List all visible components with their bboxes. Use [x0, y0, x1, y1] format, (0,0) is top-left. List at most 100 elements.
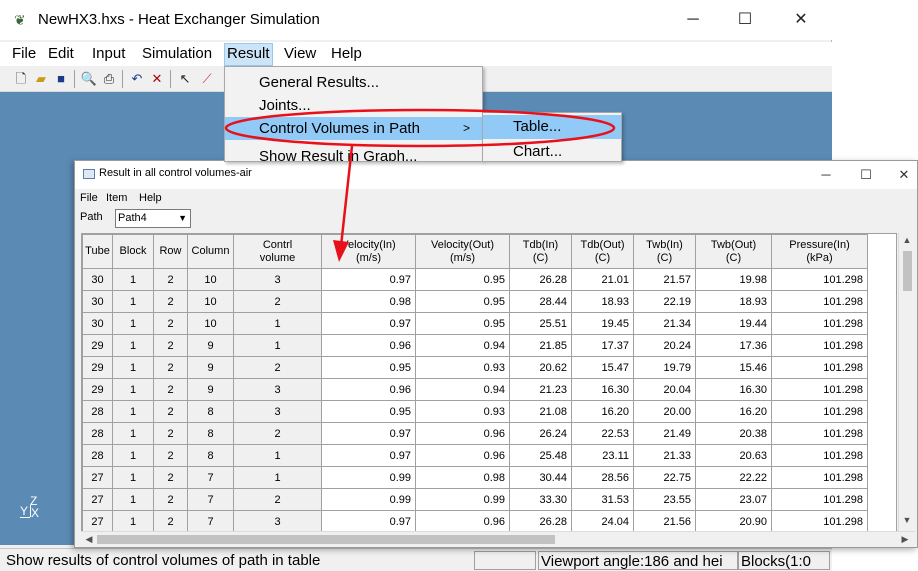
menu-edit[interactable]: Edit	[48, 45, 74, 62]
table-cell[interactable]: 101.298	[771, 312, 868, 335]
menu-item-joints[interactable]: Joints...	[225, 94, 482, 117]
table-cell[interactable]: 29	[82, 334, 113, 357]
table-cell[interactable]: 30.44	[509, 466, 572, 489]
table-cell[interactable]: 0.95	[321, 356, 416, 379]
table-cell[interactable]: 101.298	[771, 488, 868, 511]
table-cell[interactable]: 2	[153, 422, 188, 445]
table-row[interactable]: 27 1 2 7 3 0.97 0.96 26.28 24.04 21.56 20.90 101.29…	[82, 510, 868, 533]
path-dropdown[interactable]: Path4 ▼	[115, 209, 191, 228]
table-cell[interactable]: 19.44	[695, 312, 772, 335]
table-cell[interactable]: 33.30	[509, 488, 572, 511]
table-cell[interactable]: 21.01	[571, 268, 634, 291]
scroll-right-icon[interactable]: ▶	[897, 534, 913, 545]
table-cell[interactable]: 18.93	[571, 290, 634, 313]
table-cell[interactable]: 1	[112, 488, 154, 511]
new-file-icon[interactable]: 🗋	[12, 70, 30, 88]
table-cell[interactable]: 21.33	[633, 444, 696, 467]
table-cell[interactable]: 2	[233, 488, 322, 511]
table-cell[interactable]: 101.298	[771, 400, 868, 423]
table-cell[interactable]: 21.56	[633, 510, 696, 533]
table-row[interactable]: 28 1 2 8 1 0.97 0.96 25.48 23.11 21.33 20.63 101.29…	[82, 444, 868, 467]
table-cell[interactable]: 29	[82, 356, 113, 379]
table-cell[interactable]: 2	[153, 268, 188, 291]
menu-result[interactable]: Result	[224, 43, 273, 66]
table-cell[interactable]: 101.298	[771, 510, 868, 533]
column-header[interactable]: Pressure(In) (kPa)	[771, 234, 868, 269]
table-cell[interactable]: 1	[112, 290, 154, 313]
menu-item-general-results[interactable]: General Results...	[225, 71, 482, 94]
table-cell[interactable]: 1	[233, 334, 322, 357]
menu-file[interactable]: File	[12, 45, 36, 62]
table-cell[interactable]: 0.96	[321, 378, 416, 401]
table-cell[interactable]: 10	[187, 268, 234, 291]
table-cell[interactable]: 1	[233, 312, 322, 335]
horizontal-scroll-thumb[interactable]	[97, 535, 555, 544]
table-row[interactable]: 30 1 2 10 1 0.97 0.95 25.51 19.45 21.34 19.44 101.2…	[82, 312, 868, 335]
table-cell[interactable]: 19.98	[695, 268, 772, 291]
table-cell[interactable]: 20.63	[695, 444, 772, 467]
table-cell[interactable]: 27	[82, 510, 113, 533]
table-row[interactable]: 29 1 2 9 1 0.96 0.94 21.85 17.37 20.24 17.36 101.29…	[82, 334, 868, 357]
column-header[interactable]: Tdb(Out) (C)	[571, 234, 634, 269]
column-header[interactable]: Velocity(Out) (m/s)	[415, 234, 510, 269]
table-cell[interactable]: 0.94	[415, 334, 510, 357]
table-cell[interactable]: 9	[187, 356, 234, 379]
table-cell[interactable]: 0.99	[321, 466, 416, 489]
table-cell[interactable]: 8	[187, 422, 234, 445]
table-cell[interactable]: 0.99	[321, 488, 416, 511]
table-cell[interactable]: 26.28	[509, 510, 572, 533]
table-cell[interactable]: 3	[233, 510, 322, 533]
table-cell[interactable]: 0.96	[415, 444, 510, 467]
result-minimize-button[interactable]: ─	[811, 164, 841, 186]
table-cell[interactable]: 17.37	[571, 334, 634, 357]
table-cell[interactable]: 1	[112, 334, 154, 357]
column-header[interactable]: Contrl volume	[233, 234, 322, 269]
table-cell[interactable]: 1	[112, 510, 154, 533]
table-cell[interactable]: 0.97	[321, 510, 416, 533]
table-cell[interactable]: 21.85	[509, 334, 572, 357]
table-cell[interactable]: 2	[153, 488, 188, 511]
table-cell[interactable]: 16.30	[695, 378, 772, 401]
table-cell[interactable]: 101.298	[771, 422, 868, 445]
table-cell[interactable]: 101.298	[771, 268, 868, 291]
table-cell[interactable]: 0.97	[321, 312, 416, 335]
table-cell[interactable]: 21.08	[509, 400, 572, 423]
table-cell[interactable]: 0.96	[321, 334, 416, 357]
table-cell[interactable]: 25.51	[509, 312, 572, 335]
table-cell[interactable]: 1	[233, 466, 322, 489]
table-cell[interactable]: 19.45	[571, 312, 634, 335]
table-cell[interactable]: 101.298	[771, 356, 868, 379]
table-cell[interactable]: 101.298	[771, 444, 868, 467]
table-cell[interactable]: 3	[233, 268, 322, 291]
table-cell[interactable]: 0.94	[415, 378, 510, 401]
result-maximize-button[interactable]: ☐	[851, 164, 881, 186]
table-cell[interactable]: 1	[112, 444, 154, 467]
table-cell[interactable]: 20.38	[695, 422, 772, 445]
menu-item-show-graph[interactable]: Show Result in Graph...	[225, 145, 482, 161]
scroll-down-icon[interactable]: ▼	[899, 515, 915, 525]
table-cell[interactable]: 2	[233, 422, 322, 445]
table-cell[interactable]: 9	[187, 378, 234, 401]
table-cell[interactable]: 31.53	[571, 488, 634, 511]
table-row[interactable]: 30 1 2 10 2 0.98 0.95 28.44 18.93 22.19 18.93 101.2…	[82, 290, 868, 313]
table-cell[interactable]: 8	[187, 444, 234, 467]
table-cell[interactable]: 101.298	[771, 378, 868, 401]
table-cell[interactable]: 2	[153, 510, 188, 533]
table-cell[interactable]: 1	[112, 466, 154, 489]
table-row[interactable]: 30 1 2 10 3 0.97 0.95 26.28 21.01 21.57 19.98 101.2…	[82, 268, 868, 291]
maximize-button[interactable]: ☐	[722, 4, 768, 36]
table-cell[interactable]: 25.48	[509, 444, 572, 467]
table-cell[interactable]: 3	[233, 400, 322, 423]
table-cell[interactable]: 26.24	[509, 422, 572, 445]
table-cell[interactable]: 1	[112, 312, 154, 335]
submenu-item-table[interactable]: Table...	[483, 115, 621, 139]
table-cell[interactable]: 23.55	[633, 488, 696, 511]
vertical-scrollbar[interactable]: ▲ ▼	[898, 233, 915, 531]
table-cell[interactable]: 28	[82, 422, 113, 445]
table-row[interactable]: 29 1 2 9 3 0.96 0.94 21.23 16.30 20.04 16.30 101.29…	[82, 378, 868, 401]
print-preview-icon[interactable]: 🔍	[80, 70, 98, 88]
column-header[interactable]: Block	[112, 234, 154, 269]
result-close-button[interactable]: ✕	[889, 164, 917, 186]
table-cell[interactable]: 0.95	[415, 290, 510, 313]
table-cell[interactable]: 21.23	[509, 378, 572, 401]
